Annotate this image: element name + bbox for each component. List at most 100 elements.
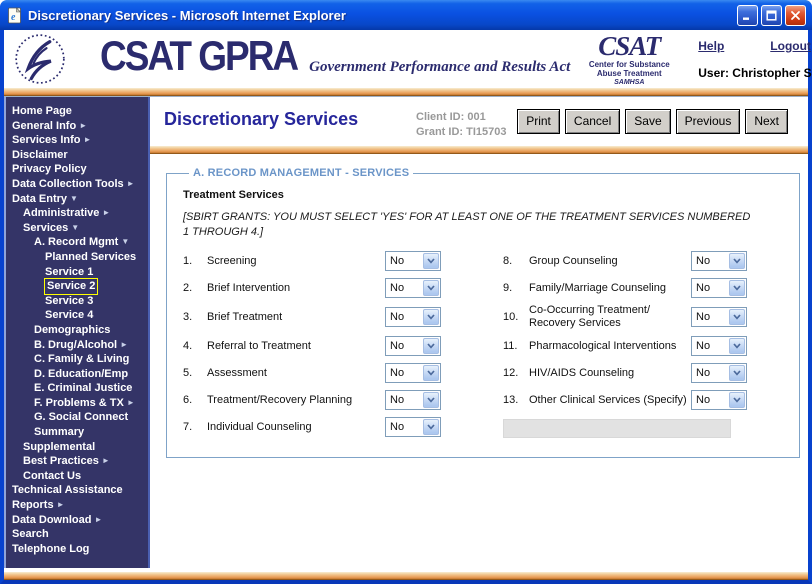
sidebar-item[interactable]: Privacy Policy xyxy=(4,162,148,177)
sidebar-item[interactable]: Reports► xyxy=(4,498,148,513)
sidebar-item[interactable]: Data Collection Tools► xyxy=(4,177,148,192)
service-select[interactable]: No xyxy=(385,336,441,356)
service-label: Group Counseling xyxy=(529,255,691,268)
chevron-down-icon xyxy=(423,309,439,325)
sidebar-item[interactable]: Contact Us xyxy=(4,469,148,484)
sidebar-item[interactable]: General Info► xyxy=(4,119,148,134)
close-button[interactable] xyxy=(785,5,806,26)
sidebar-item-label: Services Info xyxy=(12,133,80,148)
sidebar-item[interactable]: Services Info► xyxy=(4,133,148,148)
sidebar-item-label: D. Education/Emp xyxy=(34,367,128,382)
minimize-icon xyxy=(742,10,753,21)
sidebar-item-label: General Info xyxy=(12,119,76,134)
sidebar-item-label: Planned Services xyxy=(45,250,136,265)
sidebar-item[interactable]: Telephone Log xyxy=(4,542,148,557)
sidebar-item[interactable]: Best Practices► xyxy=(4,454,148,469)
chevron-down-icon xyxy=(423,338,439,354)
sidebar-item[interactable]: Home Page xyxy=(4,104,148,119)
sidebar-item-label: Service 1 xyxy=(45,265,93,280)
print-button[interactable]: Print xyxy=(517,109,560,134)
sidebar-item[interactable]: Service 3 xyxy=(4,294,148,309)
sidebar-item[interactable]: A. Record Mgmt▼ xyxy=(4,235,148,250)
maximize-button[interactable] xyxy=(761,5,782,26)
sidebar-item[interactable]: Administrative► xyxy=(4,206,148,221)
service-row: 1. Screening No 8. Group Counseling xyxy=(183,250,783,272)
chevron-down-icon xyxy=(423,280,439,296)
sidebar-item[interactable]: Data Entry▼ xyxy=(4,192,148,207)
service-select[interactable]: No xyxy=(691,278,747,298)
sidebar-item[interactable]: Search xyxy=(4,527,148,542)
service-select[interactable]: No xyxy=(385,278,441,298)
service-select[interactable]: No xyxy=(385,390,441,410)
sidebar-item[interactable]: E. Criminal Justice xyxy=(4,381,148,396)
chevron-down-icon xyxy=(423,365,439,381)
brand: CSAT GPRA Government Performance and Res… xyxy=(100,38,570,80)
sidebar-item[interactable]: B. Drug/Alcohol► xyxy=(4,338,148,353)
cancel-button[interactable]: Cancel xyxy=(565,109,620,134)
sidebar-item[interactable]: Disclaimer xyxy=(4,148,148,163)
sidebar-item[interactable]: Summary xyxy=(4,425,148,440)
content-area: Discretionary Services Client ID: 001 Gr… xyxy=(150,97,808,568)
session-area: Help Logout User: Christopher Shumway xyxy=(698,39,812,80)
select-value: No xyxy=(390,394,404,406)
sidebar-item[interactable]: Service 2 xyxy=(4,279,148,294)
browser-window: e Discretionary Services - Microsoft Int… xyxy=(0,0,812,584)
service-number: 8. xyxy=(503,255,529,267)
sidebar-item[interactable]: Supplemental xyxy=(4,440,148,455)
service-label: Pharmacological Interventions xyxy=(529,340,691,353)
sidebar-item[interactable]: Services▼ xyxy=(4,221,148,236)
service-select[interactable]: No xyxy=(691,251,747,271)
save-button[interactable]: Save xyxy=(625,109,670,134)
csat-logo-samhsa: SAMHSA xyxy=(570,79,688,87)
internet-explorer-page-icon: e xyxy=(6,7,23,24)
sidebar-item[interactable]: Data Download► xyxy=(4,513,148,528)
sidebar-item-label: Service 4 xyxy=(45,308,93,323)
record-ids: Client ID: 001 Grant ID: TI15703 xyxy=(416,109,517,140)
chevron-down-icon xyxy=(423,253,439,269)
service-select[interactable]: No xyxy=(385,307,441,327)
sidebar-item[interactable]: F. Problems & TX► xyxy=(4,396,148,411)
service-row: 5. Assessment No 12. HIV/AIDS Counseling xyxy=(183,362,783,384)
service-number: 1. xyxy=(183,255,207,267)
chevron-down-icon xyxy=(729,392,745,408)
submenu-arrow-icon: ► xyxy=(102,208,110,217)
user-label: User: Christopher Shumway xyxy=(698,66,812,80)
service-select[interactable]: No xyxy=(691,363,747,383)
service-select[interactable]: No xyxy=(691,336,747,356)
next-button[interactable]: Next xyxy=(745,109,788,134)
treatment-services-heading: Treatment Services xyxy=(183,189,783,201)
sidebar-item[interactable]: C. Family & Living xyxy=(4,352,148,367)
select-value: No xyxy=(390,255,404,267)
previous-button[interactable]: Previous xyxy=(676,109,741,134)
sidebar-item[interactable]: Service 4 xyxy=(4,308,148,323)
sidebar-item[interactable]: G. Social Connect xyxy=(4,410,148,425)
logout-link[interactable]: Logout xyxy=(770,39,811,53)
service-select[interactable]: No xyxy=(385,417,441,437)
submenu-arrow-icon: ▼ xyxy=(121,237,129,246)
sbirt-note-line2: 1 THROUGH 4.] xyxy=(183,225,783,240)
service-select[interactable]: No xyxy=(691,307,747,327)
service-select[interactable]: No xyxy=(385,363,441,383)
service-row: 4. Referral to Treatment No 11. Pharmaco… xyxy=(183,335,783,357)
other-clinical-services-input[interactable] xyxy=(503,419,731,438)
submenu-arrow-icon: ► xyxy=(94,515,102,524)
app-header: CSAT GPRA Government Performance and Res… xyxy=(4,30,808,88)
sidebar-item[interactable]: D. Education/Emp xyxy=(4,367,148,382)
sidebar-item[interactable]: Planned Services xyxy=(4,250,148,265)
sidebar-item[interactable]: Service 1 xyxy=(4,265,148,280)
help-link[interactable]: Help xyxy=(698,39,724,53)
minimize-button[interactable] xyxy=(737,5,758,26)
accent-bar-content xyxy=(150,146,808,154)
sidebar-item[interactable]: Demographics xyxy=(4,323,148,338)
hhs-eagle-logo-icon xyxy=(14,33,66,85)
sidebar-item-label: C. Family & Living xyxy=(34,352,129,367)
sidebar-item-label: A. Record Mgmt xyxy=(34,235,118,250)
service-select[interactable]: No xyxy=(691,390,747,410)
sidebar-item-label: Service 2 xyxy=(45,279,97,294)
service-select[interactable]: No xyxy=(385,251,441,271)
sidebar-item[interactable]: Technical Assistance xyxy=(4,483,148,498)
sidebar-item-label: F. Problems & TX xyxy=(34,396,124,411)
sidebar-item-label: Data Download xyxy=(12,513,91,528)
csat-logo-title: CSAT xyxy=(570,32,688,62)
service-label: Assessment xyxy=(207,367,385,379)
